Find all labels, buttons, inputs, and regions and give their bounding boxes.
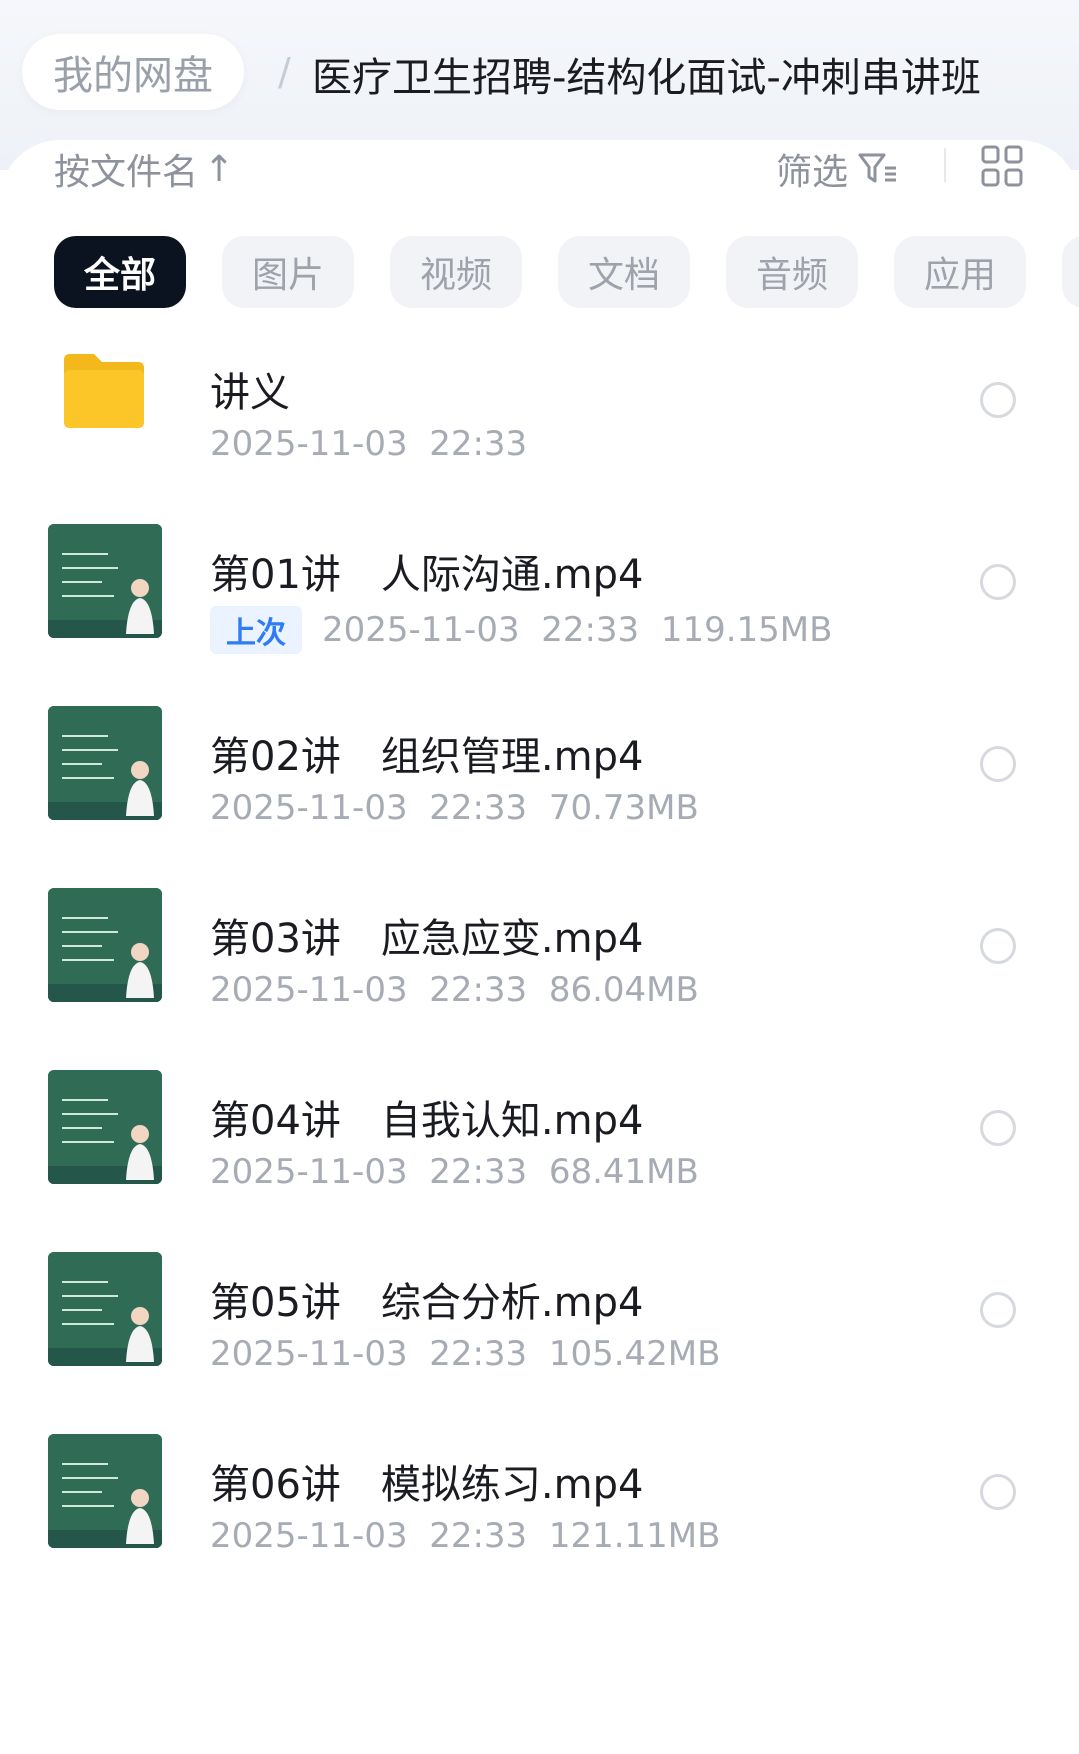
chip-more-partial[interactable] <box>1062 236 1079 308</box>
file-date: 2025-11-03 22:33 <box>210 788 528 828</box>
sort-label: 按文件名 <box>54 152 199 193</box>
filter-label: 筛选 <box>776 152 849 193</box>
file-name: 第06讲 模拟练习.mp4 <box>210 1462 644 1508</box>
category-chips: 全部 图片 视频 文档 音频 应用 <box>54 236 1079 308</box>
file-row[interactable]: 第06讲 模拟练习.mp4 2025-11-03 22:33 121.11MB <box>0 1422 1079 1622</box>
file-row[interactable]: 讲义 2025-11-03 22:33 <box>0 330 1079 530</box>
filter-button[interactable]: 筛选 <box>776 143 898 195</box>
file-size: 86.04MB <box>527 970 699 1010</box>
arrow-up-icon: ↑ <box>204 148 235 190</box>
last-played-badge: 上次 <box>210 606 302 654</box>
file-meta: 2025-11-03 22:33 121.11MB <box>210 1516 720 1556</box>
file-size: 70.73MB <box>527 788 699 828</box>
select-radio[interactable] <box>980 928 1016 964</box>
file-date: 2025-11-03 22:33 <box>210 1152 528 1192</box>
select-radio[interactable] <box>980 382 1016 418</box>
select-radio[interactable] <box>980 1110 1016 1146</box>
file-name: 第02讲 组织管理.mp4 <box>210 734 644 780</box>
file-name: 第01讲 人际沟通.mp4 <box>210 552 644 598</box>
breadcrumb-current: 医疗卫生招聘-结构化面试-冲刺串讲班 <box>312 55 981 101</box>
video-thumbnail <box>48 1252 162 1366</box>
breadcrumb-separator: / <box>278 50 291 94</box>
file-meta: 2025-11-03 22:33 105.42MB <box>210 1334 720 1374</box>
video-thumbnail <box>48 1434 162 1548</box>
file-size: 105.42MB <box>527 1334 721 1374</box>
select-radio[interactable] <box>980 564 1016 600</box>
video-thumbnail <box>48 524 162 638</box>
file-size: 121.11MB <box>527 1516 721 1556</box>
breadcrumb-root[interactable]: 我的网盘 <box>22 34 244 110</box>
file-meta: 上次 2025-11-03 22:33 119.15MB <box>210 606 832 654</box>
file-date: 2025-11-03 22:33 <box>210 1334 528 1374</box>
select-radio[interactable] <box>980 746 1016 782</box>
chip-videos[interactable]: 视频 <box>390 236 522 308</box>
chip-apps[interactable]: 应用 <box>894 236 1026 308</box>
file-meta: 2025-11-03 22:33 <box>210 424 527 464</box>
video-thumbnail <box>48 1070 162 1184</box>
file-name: 讲义 <box>210 370 290 416</box>
file-row[interactable]: 第03讲 应急应变.mp4 2025-11-03 22:33 86.04MB <box>0 876 1079 1076</box>
file-meta: 2025-11-03 22:33 86.04MB <box>210 970 699 1010</box>
grid-view-icon[interactable] <box>980 144 1024 188</box>
file-date: 2025-11-03 22:33 <box>322 610 640 650</box>
file-name: 第03讲 应急应变.mp4 <box>210 916 644 962</box>
chip-images[interactable]: 图片 <box>222 236 354 308</box>
file-date: 2025-11-03 22:33 <box>210 1516 528 1556</box>
chip-all[interactable]: 全部 <box>54 236 186 308</box>
filter-icon <box>858 153 897 183</box>
file-size: 119.15MB <box>639 610 833 650</box>
file-name: 第05讲 综合分析.mp4 <box>210 1280 644 1326</box>
file-row[interactable]: 第04讲 自我认知.mp4 2025-11-03 22:33 68.41MB <box>0 1058 1079 1258</box>
file-size: 68.41MB <box>527 1152 699 1192</box>
toolbar-divider <box>944 148 946 182</box>
file-name: 第04讲 自我认知.mp4 <box>210 1098 644 1144</box>
file-row[interactable]: 第05讲 综合分析.mp4 2025-11-03 22:33 105.42MB <box>0 1240 1079 1440</box>
file-date: 2025-11-03 22:33 <box>210 424 528 464</box>
file-row[interactable]: 第02讲 组织管理.mp4 2025-11-03 22:33 70.73MB <box>0 694 1079 894</box>
file-meta: 2025-11-03 22:33 70.73MB <box>210 788 699 828</box>
chip-audio[interactable]: 音频 <box>726 236 858 308</box>
video-thumbnail <box>48 706 162 820</box>
file-date: 2025-11-03 22:33 <box>210 970 528 1010</box>
chip-documents[interactable]: 文档 <box>558 236 690 308</box>
select-radio[interactable] <box>980 1292 1016 1328</box>
select-radio[interactable] <box>980 1474 1016 1510</box>
file-row[interactable]: 第01讲 人际沟通.mp4 上次 2025-11-03 22:33 119.15MB <box>0 512 1079 712</box>
folder-icon <box>64 354 144 428</box>
video-thumbnail <box>48 888 162 1002</box>
sort-button[interactable]: 按文件名 ↑ <box>54 143 234 195</box>
file-meta: 2025-11-03 22:33 68.41MB <box>210 1152 699 1192</box>
